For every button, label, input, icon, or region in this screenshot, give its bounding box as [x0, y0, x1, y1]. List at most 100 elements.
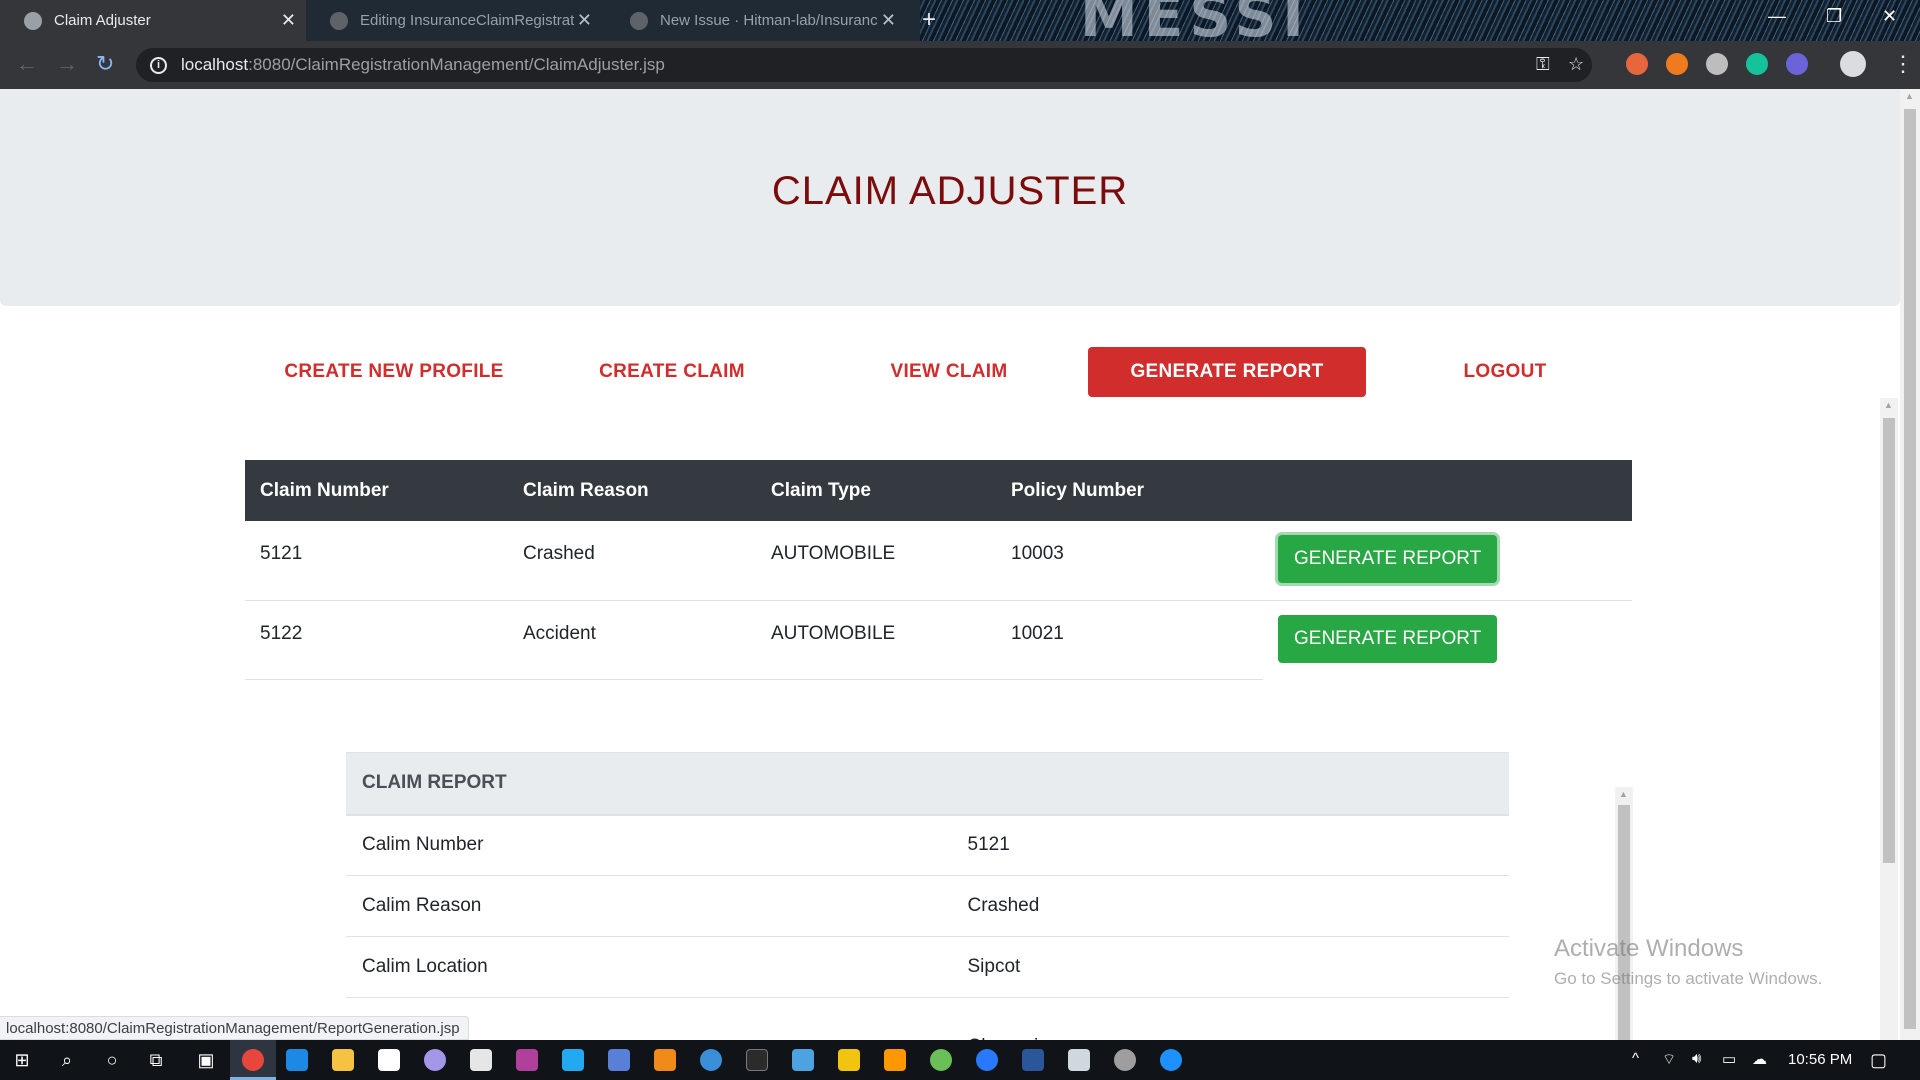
chrome-icon[interactable] [242, 1049, 264, 1071]
cortana-icon[interactable]: ○ [100, 1048, 124, 1072]
app-icon[interactable] [792, 1049, 814, 1071]
tab-editing-github[interactable]: Editing InsuranceClaimRegistrat ✕ [306, 0, 602, 41]
virtualbox-icon[interactable] [1068, 1049, 1090, 1071]
report-frame[interactable]: CLAIM REPORT Calim Number 5121 Calim Rea… [346, 702, 1633, 1040]
search-icon[interactable]: ⌕ [55, 1048, 79, 1072]
generate-report-button[interactable]: GENERATE REPORT [1278, 535, 1498, 583]
report-frame-scroll-thumb[interactable] [1618, 805, 1630, 1040]
sublime-icon[interactable] [884, 1049, 906, 1071]
windows-taskbar: ⊞ ⌕ ○ ⧉ ▣ ^ ⌔ 🔊︎ ▭ ☁ 10:56 PM ▢ [0, 1040, 1920, 1080]
scroll-up-arrow-icon[interactable]: ▲ [1619, 789, 1628, 799]
close-tab-icon[interactable]: ✕ [881, 10, 896, 31]
terminal-icon[interactable] [746, 1049, 768, 1071]
chevron-up-icon[interactable]: ^ [1632, 1050, 1639, 1067]
settings-icon[interactable] [1114, 1049, 1136, 1071]
globe-icon [24, 11, 42, 30]
header-action [1263, 460, 1632, 521]
cell-action: GENERATE REPORT [1263, 600, 1632, 679]
grammarly-icon[interactable] [1746, 53, 1768, 75]
task-view-icon[interactable]: ⧉ [144, 1048, 168, 1072]
report-label: Calim Location [346, 936, 928, 998]
restore-icon[interactable]: ❐ [1826, 6, 1842, 27]
cell-claim-type: AUTOMOBILE [756, 600, 996, 680]
nav-create-new-profile[interactable]: CREATE NEW PROFILE [262, 347, 526, 397]
page-viewport: CLAIM ADJUSTER CREATE NEW PROFILE CREATE… [0, 89, 1900, 1040]
report-row: Calim Location Sipcot [346, 936, 1509, 998]
report-header-row: CLAIM REPORT [346, 752, 1509, 816]
nav-logout[interactable]: LOGOUT [1392, 347, 1618, 397]
cell-claim-number: 5121 [245, 521, 508, 601]
vlc-icon[interactable] [654, 1049, 676, 1071]
menu-icon[interactable]: ⋮ [1892, 51, 1914, 77]
report-value: Sipcot [927, 936, 1509, 998]
app-icon[interactable] [930, 1049, 952, 1071]
report-row: Calim Reason Crashed [346, 875, 1509, 937]
app-window-icon[interactable]: ▣ [194, 1048, 218, 1072]
cell-policy-number: 10021 [996, 600, 1263, 680]
star-icon[interactable]: ☆ [1568, 54, 1584, 75]
notifications-icon[interactable]: ▢ [1870, 1050, 1887, 1071]
eclipse-icon[interactable] [424, 1049, 446, 1071]
info-icon[interactable]: i [150, 56, 167, 74]
nav-create-claim[interactable]: CREATE CLAIM [550, 347, 794, 397]
page-scrollbar[interactable]: ▲ [1900, 89, 1920, 1040]
new-tab-button[interactable]: + [922, 6, 936, 34]
maven-icon[interactable] [516, 1049, 538, 1071]
mail-icon[interactable] [470, 1049, 492, 1071]
vscode-icon[interactable] [562, 1049, 584, 1071]
scroll-up-arrow-icon[interactable]: ▲ [1905, 91, 1914, 101]
network-app-icon[interactable] [608, 1049, 630, 1071]
cell-action: GENERATE REPORT [1263, 521, 1632, 601]
close-window-icon[interactable]: ✕ [1882, 6, 1897, 27]
tab-new-issue[interactable]: New Issue · Hitman-lab/Insuranc ✕ [606, 0, 906, 41]
table-header-row: Claim Number Claim Reason Claim Type Pol… [245, 460, 1632, 521]
status-bar-url: localhost:8080/ClaimRegistrationManageme… [0, 1016, 469, 1040]
app-icon[interactable] [1160, 1049, 1182, 1071]
clock[interactable]: 10:56 PM [1788, 1051, 1852, 1068]
table-row: 5121 Crashed AUTOMOBILE 10003 GENERATE R… [245, 521, 1632, 601]
wifi-icon[interactable]: ⌔ [1662, 1050, 1676, 1069]
close-tab-icon[interactable]: ✕ [281, 10, 296, 31]
edge-icon[interactable] [286, 1049, 308, 1071]
cell-claim-type: AUTOMOBILE [756, 521, 996, 601]
scroll-up-arrow-icon[interactable]: ▲ [1884, 400, 1893, 410]
generate-report-button[interactable]: GENERATE REPORT [1278, 614, 1498, 663]
git-icon[interactable] [838, 1049, 860, 1071]
nav-view-claim[interactable]: VIEW CLAIM [826, 347, 1072, 397]
page-scroll-thumb[interactable] [1904, 109, 1916, 1029]
key-icon[interactable]: ⚿ [1536, 54, 1550, 75]
extension-fire-icon[interactable] [1666, 53, 1688, 75]
github-icon [630, 11, 648, 30]
minimize-icon[interactable]: — [1768, 6, 1786, 27]
tab-title: Claim Adjuster [54, 12, 151, 29]
tab-claim-adjuster[interactable]: Claim Adjuster ✕ [0, 0, 306, 41]
content-scrollbar[interactable]: ▲ [1880, 398, 1898, 1040]
report-heading: CLAIM REPORT [346, 752, 1509, 816]
profile-avatar-icon[interactable] [1840, 51, 1866, 77]
cell-claim-reason: Crashed [508, 521, 756, 601]
battery-icon[interactable]: ▭ [1722, 1050, 1736, 1068]
nav-generate-report[interactable]: GENERATE REPORT [1088, 347, 1366, 397]
close-tab-icon[interactable]: ✕ [577, 10, 592, 31]
forward-icon[interactable]: → [56, 51, 78, 77]
word-icon[interactable] [1022, 1049, 1044, 1071]
report-value: Chennai [927, 997, 1509, 1040]
back-icon[interactable]: ← [16, 51, 38, 77]
address-bar[interactable]: i localhost :8080/ClaimRegistrationManag… [136, 48, 1592, 82]
windows-start-icon[interactable]: ⊞ [10, 1048, 34, 1072]
report-frame-scrollbar[interactable]: ▲ [1615, 787, 1633, 1040]
content-scroll-thumb[interactable] [1883, 418, 1895, 863]
main-nav: CREATE NEW PROFILE CREATE CLAIM VIEW CLA… [0, 347, 1900, 397]
cell-claim-number: 5122 [245, 600, 508, 680]
claim-report-table: CLAIM REPORT Calim Number 5121 Calim Rea… [346, 752, 1509, 1040]
extension-circle-icon[interactable] [1706, 53, 1728, 75]
onedrive-icon[interactable]: ☁ [1752, 1050, 1767, 1068]
browser-app-icon[interactable] [700, 1049, 722, 1071]
reload-icon[interactable]: ↻ [96, 51, 114, 77]
store-icon[interactable] [378, 1049, 400, 1071]
extension-duckduckgo-icon[interactable] [1626, 53, 1648, 75]
volume-icon[interactable]: 🔊︎ [1692, 1050, 1701, 1067]
extension-check-icon[interactable] [1786, 53, 1808, 75]
firefox-icon[interactable] [976, 1049, 998, 1071]
file-explorer-icon[interactable] [332, 1049, 354, 1071]
